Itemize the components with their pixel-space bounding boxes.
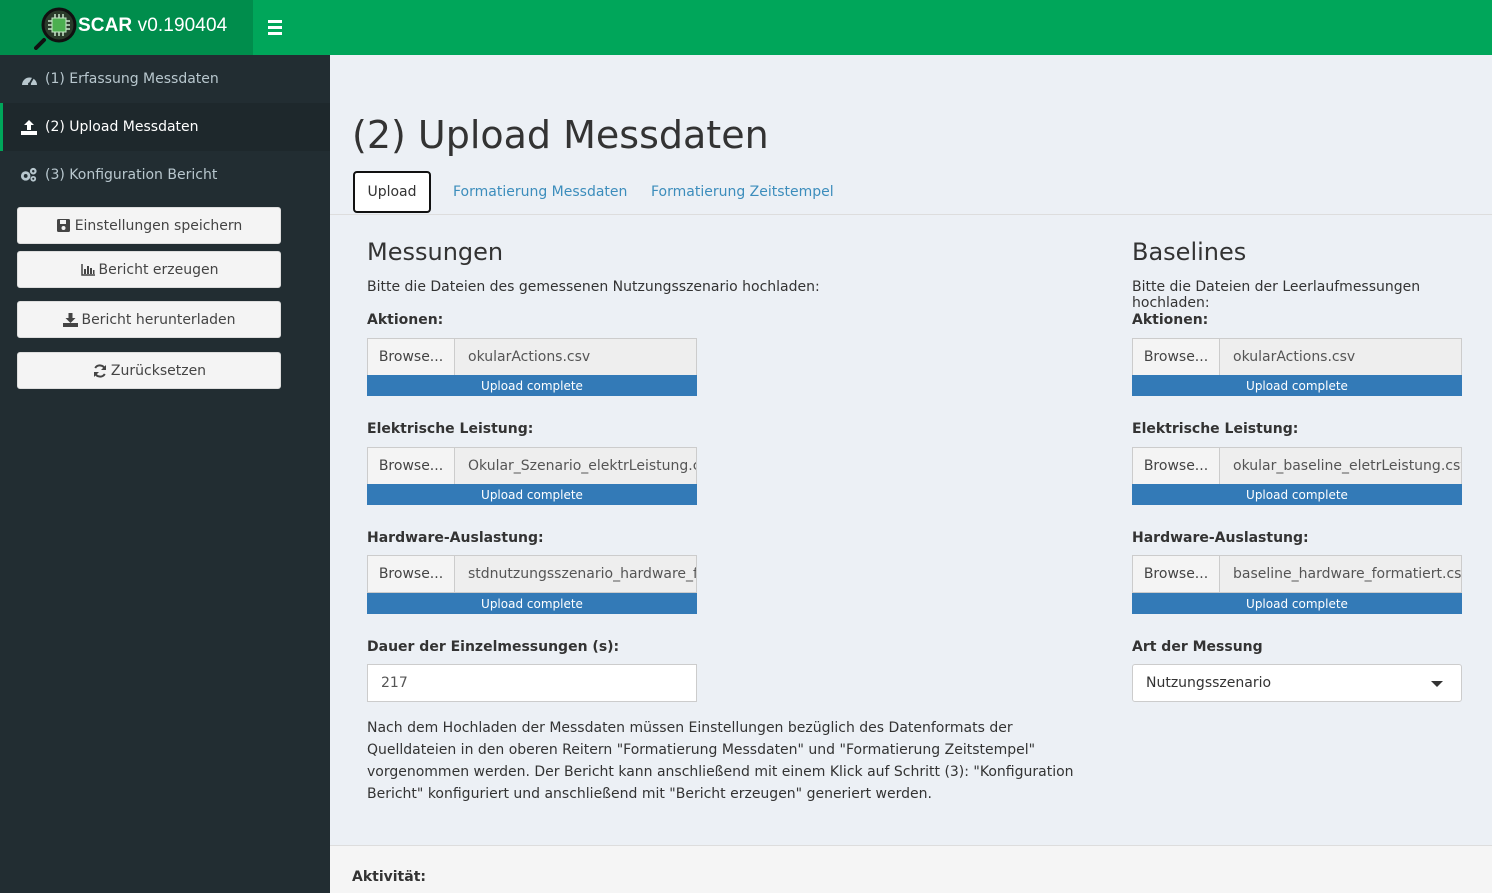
button-label: Bericht herunterladen <box>81 311 236 328</box>
browse-button[interactable]: Browse... <box>368 448 455 484</box>
hamburger-icon-bar <box>268 32 282 35</box>
dauer-input[interactable]: 217 <box>367 664 697 702</box>
app-name: SCAR <box>78 15 133 36</box>
sidebar: (1) Erfassung Messdaten (2) Upload Messd… <box>0 55 330 893</box>
elektrische-leistung-file-input: Browse... Okular_Szenario_elektrLeistung… <box>367 447 697 485</box>
refresh-icon <box>92 363 108 379</box>
upload-progress-bar: Upload complete <box>367 593 697 614</box>
baseline-aktionen-label: Aktionen: <box>1132 312 1209 328</box>
select-value: Nutzungsszenario <box>1146 675 1272 691</box>
info-text: Nach dem Hochladen der Messdaten müssen … <box>367 720 1074 802</box>
file-name: Okular_Szenario_elektrLeistung.csv <box>455 448 696 484</box>
tab-formatierung-zeitstempel[interactable]: Formatierung Zeitstempel <box>651 171 834 213</box>
elektrische-leistung-label: Elektrische Leistung: <box>367 421 534 437</box>
sidebar-item-label: (1) Erfassung Messdaten <box>45 71 219 87</box>
magnifier-chip-icon <box>34 7 77 50</box>
app-title: SCAR v0.190404 <box>78 15 227 37</box>
browse-button[interactable]: Browse... <box>1133 448 1220 484</box>
browse-button[interactable]: Browse... <box>368 339 455 375</box>
hamburger-icon-bar <box>268 26 282 29</box>
art-der-messung-label: Art der Messung <box>1132 639 1263 655</box>
zuruecksetzen-button[interactable]: Zurücksetzen <box>17 352 281 389</box>
hardware-auslastung-file-input: Browse... stdnutzungsszenario_hardware_f… <box>367 555 697 593</box>
file-name: okularActions.csv <box>1220 339 1461 375</box>
app-version: v0.190404 <box>137 15 228 36</box>
tab-bar: Upload Formatierung Messdaten Formatieru… <box>330 171 1492 215</box>
bericht-erzeugen-button[interactable]: Bericht erzeugen <box>17 251 281 288</box>
baseline-hardware-auslastung-file-input: Browse... baseline_hardware_formatiert.c… <box>1132 555 1462 593</box>
sidebar-item-label: (2) Upload Messdaten <box>45 119 199 135</box>
aktionen-label: Aktionen: <box>367 312 444 328</box>
baseline-aktionen-file-input: Browse... okularActions.csv <box>1132 338 1462 376</box>
upload-progress-bar: Upload complete <box>367 484 697 505</box>
file-name: baseline_hardware_formatiert.csv <box>1220 556 1461 592</box>
sidebar-item-upload[interactable]: (2) Upload Messdaten <box>0 103 330 151</box>
top-header: SCAR v0.190404 <box>0 0 1492 55</box>
gears-icon <box>20 166 38 184</box>
file-name: okular_baseline_eletrLeistung.csv <box>1220 448 1461 484</box>
hamburger-icon-bar <box>268 20 282 23</box>
sidebar-item-erfassung[interactable]: (1) Erfassung Messdaten <box>0 55 330 103</box>
aktionen-file-input: Browse... okularActions.csv <box>367 338 697 376</box>
upload-progress-bar: Upload complete <box>1132 593 1462 614</box>
art-der-messung-select[interactable]: Nutzungsszenario <box>1132 664 1462 702</box>
sidebar-item-label: (3) Konfiguration Bericht <box>45 167 218 183</box>
messungen-description: Bitte die Dateien des gemessenen Nutzung… <box>367 279 820 295</box>
tab-upload[interactable]: Upload <box>353 171 431 213</box>
hardware-auslastung-label: Hardware-Auslastung: <box>367 530 544 546</box>
browse-button[interactable]: Browse... <box>368 556 455 592</box>
logo-area[interactable]: SCAR v0.190404 <box>0 0 253 55</box>
upload-progress-bar: Upload complete <box>367 375 697 396</box>
activity-panel: Aktivität: <box>330 845 1492 893</box>
browse-button[interactable]: Browse... <box>1133 556 1220 592</box>
dauer-label: Dauer der Einzelmessungen (s): <box>367 639 620 655</box>
floppy-icon <box>56 218 72 234</box>
baselines-title: Baselines <box>1132 238 1247 266</box>
browse-button[interactable]: Browse... <box>1133 339 1220 375</box>
upload-icon <box>20 118 38 136</box>
baseline-elektrische-leistung-file-input: Browse... okular_baseline_eletrLeistung.… <box>1132 447 1462 485</box>
button-label: Zurücksetzen <box>110 362 207 379</box>
baseline-hardware-auslastung-label: Hardware-Auslastung: <box>1132 530 1309 546</box>
messungen-title: Messungen <box>367 238 504 266</box>
main-content: (2) Upload Messdaten Upload Formatierung… <box>330 55 1492 893</box>
bar-chart-icon <box>80 262 96 278</box>
file-name: okularActions.csv <box>455 339 696 375</box>
page-title: (2) Upload Messdaten <box>352 113 769 157</box>
upload-progress-bar: Upload complete <box>1132 484 1462 505</box>
sidebar-toggle-button[interactable] <box>268 17 286 37</box>
bericht-herunterladen-button[interactable]: Bericht herunterladen <box>17 301 281 338</box>
button-label: Bericht erzeugen <box>98 261 219 278</box>
dashboard-icon <box>20 70 38 88</box>
baseline-elektrische-leistung-label: Elektrische Leistung: <box>1132 421 1299 437</box>
tab-formatierung-messdaten[interactable]: Formatierung Messdaten <box>453 171 627 213</box>
button-label: Einstellungen speichern <box>74 217 243 234</box>
sidebar-item-konfiguration[interactable]: (3) Konfiguration Bericht <box>0 151 330 199</box>
upload-progress-bar: Upload complete <box>1132 375 1462 396</box>
download-icon <box>62 312 78 328</box>
caret-down-icon <box>1431 681 1443 687</box>
baselines-description: Bitte die Dateien der Leerlaufmessungen … <box>1132 279 1421 311</box>
activity-label: Aktivität: <box>352 869 426 885</box>
file-name: stdnutzungsszenario_hardware_formatiert.… <box>455 556 696 592</box>
einstellungen-speichern-button[interactable]: Einstellungen speichern <box>17 207 281 244</box>
